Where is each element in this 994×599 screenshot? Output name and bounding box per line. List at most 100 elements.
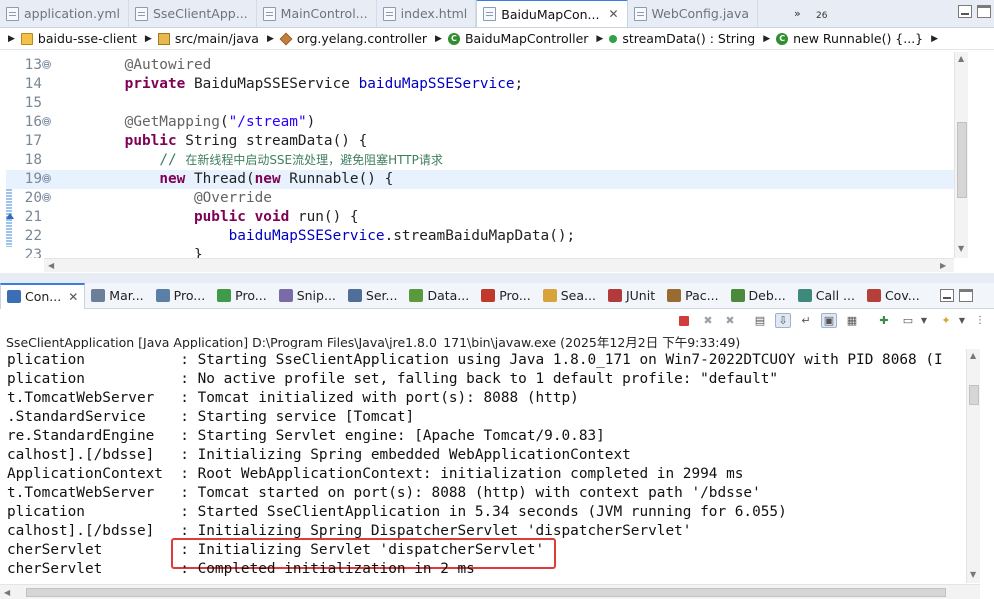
code-line[interactable]: 15 xyxy=(6,94,968,113)
fold-toggle-icon[interactable]: ⊖ xyxy=(42,60,51,69)
display-selected-console-button[interactable]: ▭ xyxy=(900,313,916,328)
view-tab[interactable]: Pac... xyxy=(661,283,724,309)
scroll-left-arrow-icon[interactable]: ◀ xyxy=(48,261,54,270)
breadcrumb-item[interactable]: streamData() : String xyxy=(609,31,755,46)
breadcrumb-item[interactable]: C BaiduMapController xyxy=(447,31,588,46)
view-tab[interactable]: Deb... xyxy=(725,283,792,309)
file-icon xyxy=(134,6,148,21)
maximize-editor-button[interactable] xyxy=(977,5,991,18)
console-output[interactable]: plication : Starting SseClientApplicatio… xyxy=(0,349,966,583)
editor-horizontal-scrollbar[interactable]: ◀ ▶ xyxy=(44,258,954,272)
code-line[interactable]: 13 ⊖ @Autowired xyxy=(6,56,968,75)
view-tab[interactable]: Mar... xyxy=(85,283,149,309)
view-tab[interactable]: Ser... xyxy=(342,283,404,309)
code-line[interactable]: 22 baiduMapSSEService.streamBaiduMapData… xyxy=(6,227,968,246)
chevron-down-icon: ▼ xyxy=(920,316,928,325)
code-line[interactable]: 17 public String streamData() { xyxy=(6,132,968,151)
editor-tab[interactable]: application.yml xyxy=(0,0,129,27)
code-line[interactable]: 19 ⊖ new Thread(new Runnable() { xyxy=(6,170,968,189)
open-console-dropdown[interactable]: ▼ xyxy=(954,313,970,328)
terminate-button[interactable] xyxy=(676,313,692,328)
tab-overflow-chevron[interactable]: » xyxy=(794,7,801,20)
minimize-editor-button[interactable] xyxy=(958,5,972,18)
breadcrumb-item[interactable]: Cnew Runnable() {...} xyxy=(776,31,923,46)
line-number: 14 xyxy=(24,76,42,92)
view-tab[interactable]: Snip... xyxy=(273,283,342,309)
view-tab[interactable]: Pro... xyxy=(150,283,212,309)
code-editor[interactable]: 13 ⊖ @Autowired 14 private BaiduMapSSEServ… xyxy=(0,52,968,258)
scroll-down-arrow-icon[interactable]: ▼ xyxy=(958,244,964,253)
anonymous-class-icon: C xyxy=(776,32,789,45)
code-line[interactable]: 23 } xyxy=(6,246,968,258)
code-line[interactable]: 18 // 在新线程中启动SSE流处理，避免阻塞HTTP请求 xyxy=(6,151,968,170)
package-icon xyxy=(279,32,293,45)
scroll-down-arrow-icon[interactable]: ▼ xyxy=(970,570,976,579)
view-menu-button[interactable]: ⋮ xyxy=(972,313,988,328)
code-token: ; xyxy=(514,76,524,92)
scroll-left-arrow-icon[interactable]: ◀ xyxy=(4,588,10,597)
code-line[interactable]: 21 public void run() { xyxy=(6,208,968,227)
view-tab[interactable]: Con... ✕ xyxy=(0,282,86,309)
line-number: 17 xyxy=(24,133,42,149)
show-console-on-output-button[interactable]: ▣ xyxy=(821,313,837,328)
editor-tab[interactable]: BaiduMapCon... ✕ xyxy=(476,0,628,27)
display-console-dropdown[interactable]: ▼ xyxy=(916,313,932,328)
clear-console-button[interactable]: ▤ xyxy=(752,313,768,328)
pin-icon: ✚ xyxy=(879,314,889,327)
scroll-lock-button[interactable]: ⇩ xyxy=(775,313,791,328)
code-line[interactable]: 20 ⊖ @Override xyxy=(6,189,968,208)
view-tab[interactable]: JUnit xyxy=(602,283,661,309)
tab-overflow-count[interactable]: 26 xyxy=(816,11,827,21)
editor-tab[interactable]: index.html xyxy=(377,0,477,27)
editor-tab-label: index.html xyxy=(400,6,468,21)
console-hscroll-thumb[interactable] xyxy=(26,588,946,597)
console-vertical-scrollbar[interactable]: ▲ ▼ xyxy=(966,349,980,583)
view-tab[interactable]: Call ... xyxy=(792,283,861,309)
breadcrumb-item[interactable]: org.yelang.controller xyxy=(279,31,427,46)
open-console-button[interactable]: ✦ xyxy=(938,313,954,328)
console-scroll-thumb[interactable] xyxy=(969,385,979,405)
view-tab[interactable]: Data... xyxy=(403,283,475,309)
remove-launch-button[interactable]: ✖ xyxy=(700,313,716,328)
breadcrumb-item[interactable]: src/main/java xyxy=(157,31,259,46)
view-tab[interactable]: Sea... xyxy=(537,283,602,309)
view-tab[interactable]: Cov... xyxy=(861,283,926,309)
minimize-view-button[interactable] xyxy=(940,289,954,302)
view-tab-label: Snip... xyxy=(296,288,336,303)
panel-divider[interactable] xyxy=(0,273,994,283)
word-wrap-button[interactable]: ↵ xyxy=(798,313,814,328)
editor-tab[interactable]: WebConfig.java xyxy=(628,0,759,27)
editor-tab[interactable]: MainControl... xyxy=(257,0,377,27)
code-line[interactable]: 16 ⊖ @GetMapping("/stream") xyxy=(6,113,968,132)
code-token: void xyxy=(254,209,290,225)
show-console-on-error-button[interactable]: ▦ xyxy=(844,313,860,328)
override-indicator-icon[interactable] xyxy=(6,213,14,219)
display-console-icon: ▭ xyxy=(902,314,914,327)
breadcrumb-item[interactable]: baidu-sse-client xyxy=(20,31,137,46)
fold-toggle-icon[interactable]: ⊖ xyxy=(42,117,51,126)
view-tab[interactable]: Pro... xyxy=(211,283,273,309)
scroll-right-arrow-icon[interactable]: ▶ xyxy=(940,261,946,270)
pin-console-button[interactable]: ✚ xyxy=(876,313,892,328)
code-text: public String streamData() { xyxy=(90,132,368,151)
close-icon[interactable]: ✕ xyxy=(608,7,618,21)
remove-all-terminated-button[interactable]: ✖ xyxy=(722,313,738,328)
code-text: @Override xyxy=(90,189,272,208)
close-icon[interactable]: ✕ xyxy=(68,290,78,304)
editor-tab[interactable]: SseClientApp... xyxy=(129,0,257,27)
fold-toggle-icon[interactable]: ⊖ xyxy=(42,174,51,183)
maximize-view-button[interactable] xyxy=(959,289,973,302)
editor-scroll-thumb[interactable] xyxy=(957,122,967,198)
word-wrap-icon: ↵ xyxy=(801,314,811,327)
fold-toggle-icon[interactable]: ⊖ xyxy=(42,193,51,202)
console-horizontal-scrollbar[interactable]: ◀ xyxy=(0,584,980,599)
file-icon xyxy=(633,6,647,21)
view-tab[interactable]: Pro... xyxy=(475,283,537,309)
scroll-up-arrow-icon[interactable]: ▲ xyxy=(958,54,964,63)
editor-vertical-scrollbar[interactable]: ▲ ▼ xyxy=(954,52,968,258)
scroll-up-arrow-icon[interactable]: ▲ xyxy=(970,351,976,360)
code-line[interactable]: 14 private BaiduMapSSEService baiduMapSS… xyxy=(6,75,968,94)
